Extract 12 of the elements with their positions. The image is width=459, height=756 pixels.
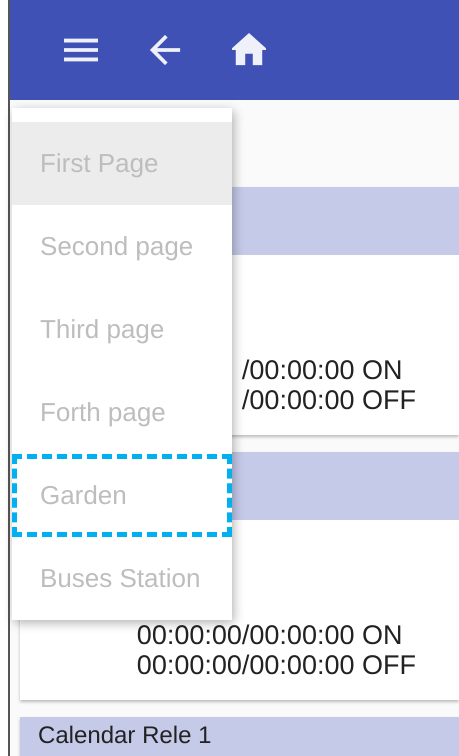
menu-item[interactable]: Second page: [12, 205, 232, 288]
menu-item[interactable]: Garden: [12, 454, 232, 537]
menu-item[interactable]: Forth page: [12, 371, 232, 454]
card-title: Calendar Rele 1: [38, 722, 212, 750]
schedule-text: /00:00:00 OFF: [242, 385, 416, 415]
menu-item[interactable]: Third page: [12, 288, 232, 371]
back-arrow-icon: [148, 33, 182, 67]
menu-item[interactable]: Buses Station: [12, 537, 232, 620]
schedule-text: 00:00:00/00:00:00 ON: [136, 620, 402, 650]
schedule-text: /00:00:00 ON: [242, 355, 403, 385]
home-icon: [232, 33, 266, 67]
schedule-text: 00:00:00/00:00:00 OFF: [136, 650, 416, 680]
